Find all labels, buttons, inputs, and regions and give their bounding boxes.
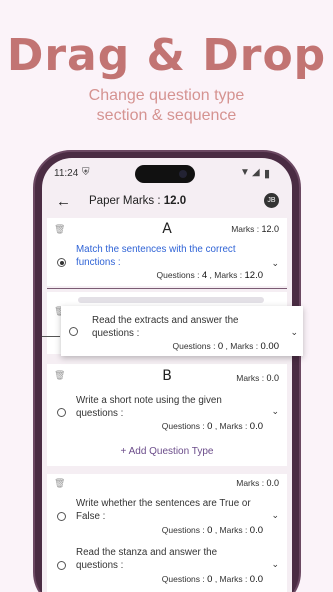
chevron-down-icon[interactable]: ⌄	[290, 327, 298, 338]
question-type-text[interactable]: Write a short note using the given quest…	[76, 394, 261, 420]
question-type-radio[interactable]	[57, 512, 66, 521]
paper-marks: Paper Marks : 12.0	[89, 195, 187, 207]
add-question-type-button[interactable]: + Add Question Type	[47, 446, 287, 457]
back-arrow-icon[interactable]: ←	[56, 193, 71, 210]
app-bar: ← Paper Marks : 12.0 JB	[42, 188, 292, 218]
question-type-radio[interactable]	[57, 561, 66, 570]
chevron-down-icon[interactable]: ⌄	[271, 258, 279, 269]
chevron-down-icon[interactable]: ⌄	[271, 559, 279, 570]
section-card-c: 🗑 Marks : 0.0 Write whether the sentence…	[47, 474, 287, 592]
drag-handle[interactable]	[78, 297, 264, 303]
drag-line	[42, 336, 60, 337]
question-type-text[interactable]: Read the stanza and answer the questions…	[76, 546, 261, 572]
camera-island	[135, 165, 195, 183]
promo-title: Drag & Drop	[6, 30, 327, 81]
section-marks: Marks : 0.0	[236, 373, 279, 383]
section-marks: Marks : 0.0	[236, 478, 279, 488]
camera-icon	[179, 170, 187, 178]
question-type-radio[interactable]	[57, 408, 66, 417]
signal-icon: ◢	[252, 167, 260, 178]
question-type-meta: Questions : 0 , Marks : 0.0	[161, 525, 263, 536]
question-type-radio[interactable]	[57, 258, 66, 267]
battery-icon: ▮	[264, 168, 271, 180]
section-card-a: 🗑 A Marks : 12.0 Match the sentences wit…	[47, 218, 287, 286]
phone-screen: 11:24 ⛨ ▼ ◢ ▮ ← Paper Marks : 12.0 JB 🗑 …	[42, 158, 292, 592]
question-type-text[interactable]: Match the sentences with the correct fun…	[76, 243, 261, 269]
promo-subtitle-line2: section & sequence	[96, 107, 237, 124]
shield-icon: ⛨	[82, 167, 90, 178]
question-type-meta: Questions : 0 , Marks : 0.0	[161, 574, 263, 585]
trash-icon[interactable]: 🗑	[54, 478, 65, 489]
avatar[interactable]: JB	[264, 193, 279, 208]
section-marks: Marks : 12.0	[231, 224, 279, 234]
question-type-radio[interactable]	[69, 327, 78, 336]
dragging-question-card[interactable]: Read the extracts and answer the questio…	[61, 306, 303, 356]
wifi-icon: ▼	[240, 167, 250, 178]
question-type-meta: Questions : 0 , Marks : 0.0	[161, 421, 263, 432]
question-type-meta: Questions : 0 , Marks : 0.00	[172, 341, 279, 352]
question-type-text[interactable]: Write whether the sentences are True or …	[76, 497, 261, 523]
section-card-b: 🗑 B Marks : 0.0 Write a short note using…	[47, 364, 287, 466]
chevron-down-icon[interactable]: ⌄	[271, 406, 279, 417]
status-bar: 11:24 ⛨ ▼ ◢ ▮	[42, 158, 292, 188]
question-type-text: Read the extracts and answer the questio…	[92, 315, 239, 339]
status-time: 11:24	[54, 168, 79, 179]
question-type-meta: Questions : 4 , Marks : 12.0	[156, 270, 263, 281]
chevron-down-icon[interactable]: ⌄	[271, 510, 279, 521]
promo-subtitle-line1: Change question type	[88, 87, 245, 104]
drop-indicator	[47, 288, 287, 289]
